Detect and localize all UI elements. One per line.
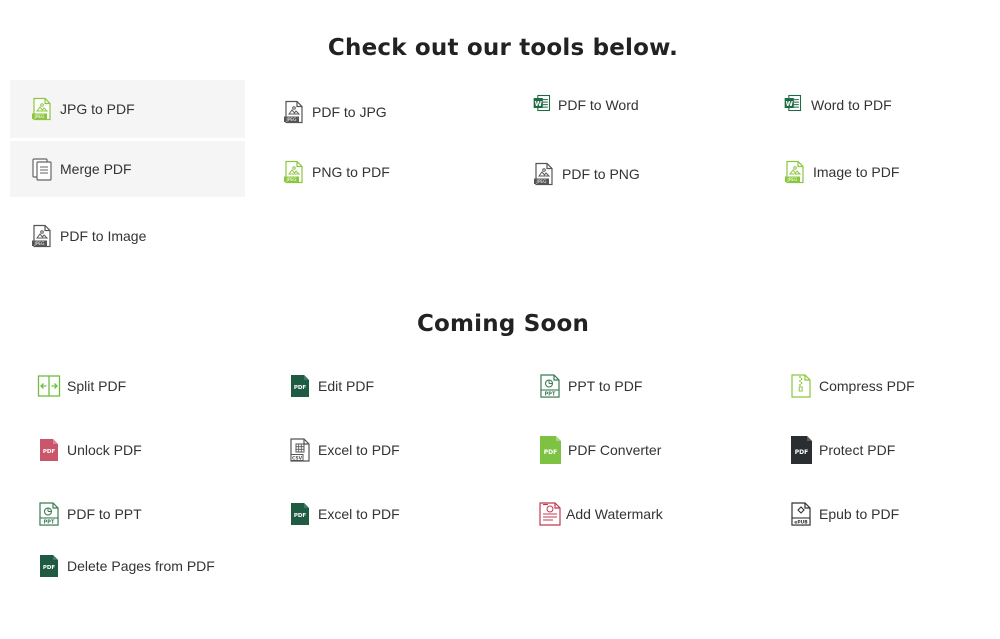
tool-label: Edit PDF	[318, 378, 375, 394]
svg-text:PDF: PDF	[43, 449, 56, 455]
pdf-file-icon: PDF	[789, 435, 813, 465]
word-doc-icon: W	[783, 93, 805, 117]
jpeg-file-icon: JPEG	[30, 97, 54, 121]
pdf-file-icon: PDF	[288, 374, 312, 398]
jpeg-file-icon: JPEG	[783, 160, 807, 184]
tool-pdf-to-png[interactable]: JPEG PDF to PNG	[532, 160, 640, 188]
jpeg-file-icon: JPEG	[30, 224, 54, 248]
soon-excel-to-pdf[interactable]: CSV Excel to PDF	[288, 436, 400, 464]
svg-text:PDF: PDF	[294, 385, 307, 391]
epub-file-icon: ePUB	[789, 502, 813, 526]
ppt-file-icon: PPT	[538, 374, 562, 398]
tool-label: Delete Pages from PDF	[67, 558, 215, 574]
excel-sheet-icon: CSV	[288, 438, 312, 462]
tool-label: JPG to PDF	[60, 101, 135, 117]
tools-heading: Check out our tools below.	[327, 35, 679, 61]
soon-split-pdf[interactable]: Split PDF	[37, 373, 126, 399]
pdf-file-icon: PDF	[37, 438, 61, 462]
soon-epub-to-pdf[interactable]: ePUB Epub to PDF	[789, 500, 899, 528]
svg-text:JPEG: JPEG	[787, 177, 798, 183]
svg-text:JPEG: JPEG	[286, 117, 297, 123]
tool-label: PPT to PDF	[568, 378, 643, 394]
svg-text:PPT: PPT	[545, 392, 556, 398]
soon-edit-pdf[interactable]: PDF Edit PDF	[288, 373, 374, 399]
ppt-file-icon: PPT	[37, 502, 61, 526]
tool-jpg-to-pdf[interactable]: JPEG JPG to PDF	[10, 80, 245, 138]
tool-label: Merge PDF	[60, 161, 132, 177]
tool-label: PDF to PNG	[562, 166, 640, 182]
svg-text:ePUB: ePUB	[794, 520, 808, 526]
soon-unlock-pdf[interactable]: PDF Unlock PDF	[37, 437, 142, 463]
svg-text:JPEG: JPEG	[34, 241, 45, 247]
tool-label: PDF to PPT	[67, 506, 142, 522]
soon-compress-pdf[interactable]: Compress PDF	[789, 372, 915, 400]
soon-protect-pdf[interactable]: PDF Protect PDF	[789, 435, 895, 465]
tool-label: Excel to PDF	[318, 442, 400, 458]
pdf-file-icon: PDF	[288, 502, 312, 526]
svg-text:PPT: PPT	[44, 520, 55, 526]
tool-image-to-pdf[interactable]: JPEG Image to PDF	[783, 159, 899, 185]
jpeg-file-icon: JPEG	[532, 162, 556, 186]
svg-text:PDF: PDF	[43, 565, 56, 571]
svg-text:PDF: PDF	[795, 449, 808, 456]
svg-text:CSV: CSV	[292, 455, 303, 461]
svg-text:PDF: PDF	[294, 513, 307, 519]
tool-pdf-to-jpg[interactable]: JPEG PDF to JPG	[282, 97, 387, 127]
word-doc-icon: W	[532, 93, 552, 117]
tool-label: Excel to PDF	[318, 506, 400, 522]
soon-delete-pages[interactable]: PDF Delete Pages from PDF	[37, 553, 215, 579]
tool-png-to-pdf[interactable]: JPEG PNG to PDF	[282, 159, 390, 185]
tool-word-to-pdf[interactable]: W Word to PDF	[783, 92, 892, 118]
tool-label: Unlock PDF	[67, 442, 142, 458]
svg-text:JPEG: JPEG	[34, 114, 45, 120]
tool-label: PDF to Image	[60, 228, 147, 244]
pdf-file-icon: PDF	[538, 435, 562, 465]
tool-label: PDF to JPG	[312, 104, 387, 120]
tool-label: PDF Converter	[568, 442, 662, 458]
soon-pdf-converter[interactable]: PDF PDF Converter	[538, 435, 661, 465]
svg-text:W: W	[786, 100, 794, 108]
soon-ppt-to-pdf[interactable]: PPT PPT to PDF	[538, 372, 642, 400]
svg-text:PDF: PDF	[544, 449, 557, 456]
tool-label: Add Watermark	[566, 506, 663, 522]
svg-text:W: W	[535, 100, 543, 108]
soon-pdf-to-ppt[interactable]: PPT PDF to PPT	[37, 500, 142, 528]
tool-label: Epub to PDF	[819, 506, 900, 522]
jpeg-file-icon: JPEG	[282, 100, 306, 124]
tool-label: Image to PDF	[813, 164, 900, 180]
jpeg-file-icon: JPEG	[282, 160, 306, 184]
tool-pdf-to-image[interactable]: JPEG PDF to Image	[30, 222, 146, 250]
zip-file-icon	[789, 374, 813, 398]
tool-label: Word to PDF	[811, 97, 892, 113]
tool-label: Split PDF	[67, 378, 127, 394]
soon-add-watermark[interactable]: Add Watermark	[538, 499, 663, 529]
pdf-file-icon: PDF	[37, 554, 61, 578]
tool-pdf-to-word[interactable]: W PDF to Word	[532, 92, 639, 118]
tool-label: Protect PDF	[819, 442, 896, 458]
tool-merge-pdf[interactable]: Merge PDF	[10, 141, 245, 197]
merge-documents-icon	[30, 157, 54, 181]
tool-label: PDF to Word	[558, 97, 639, 113]
watermark-doc-icon	[538, 502, 562, 526]
soon-excel-to-pdf-2[interactable]: PDF Excel to PDF	[288, 501, 400, 527]
svg-text:JPEG: JPEG	[536, 179, 547, 185]
split-arrows-icon	[37, 374, 61, 398]
coming-soon-heading: Coming Soon	[416, 311, 590, 337]
tool-label: PNG to PDF	[312, 164, 390, 180]
svg-text:JPEG: JPEG	[286, 177, 297, 183]
tool-label: Compress PDF	[819, 378, 915, 394]
